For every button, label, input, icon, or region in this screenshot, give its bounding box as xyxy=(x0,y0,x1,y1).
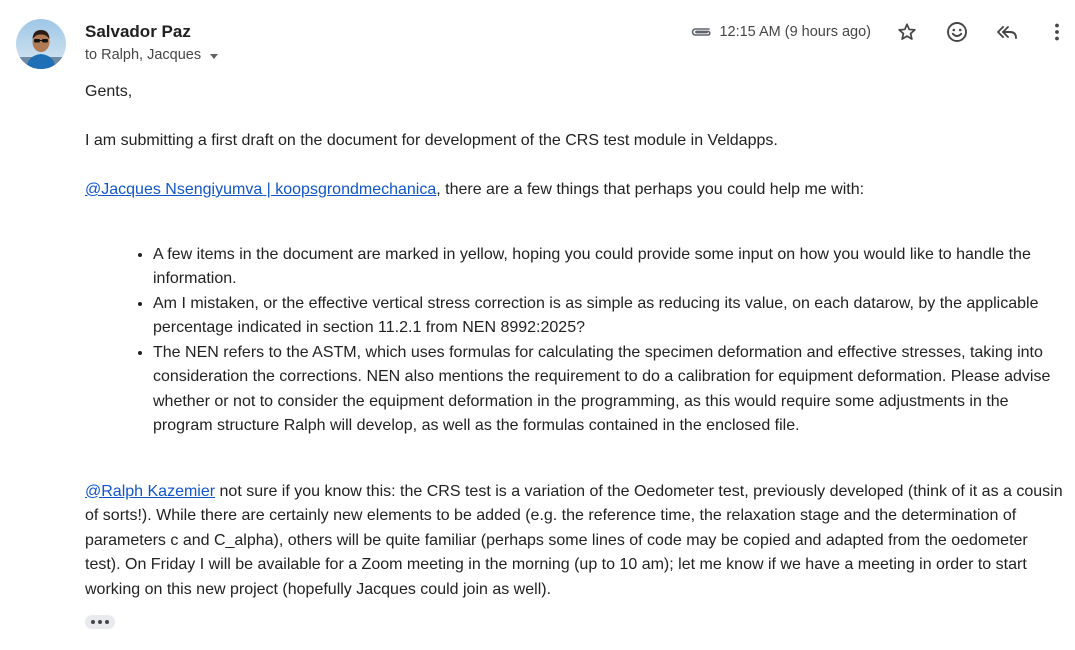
list-item: The NEN refers to the ASTM, which uses f… xyxy=(153,341,1065,439)
reply-all-button[interactable] xyxy=(989,14,1025,50)
list-item: A few items in the document are marked i… xyxy=(153,243,1065,292)
show-trimmed-content-button[interactable] xyxy=(85,615,115,629)
list-item: Am I mistaken, or the effective vertical… xyxy=(153,292,1065,341)
more-options-button[interactable] xyxy=(1039,14,1075,50)
recipients-line: to Ralph, Jacques xyxy=(85,45,219,65)
chevron-down-icon[interactable] xyxy=(210,53,219,59)
add-reaction-button[interactable] xyxy=(939,14,975,50)
sender-block: Salvador Paz to Ralph, Jacques xyxy=(85,20,219,65)
paragraph-intro: I am submitting a first draft on the doc… xyxy=(85,132,778,149)
paperclip-icon xyxy=(689,23,715,41)
mention-ralph-link[interactable]: @Ralph Kazemier xyxy=(85,483,215,500)
star-icon xyxy=(898,23,916,40)
more-vert-icon xyxy=(1055,23,1059,41)
paragraph-jacques: @Jacques Nsengiyumva | koopsgrondmechani… xyxy=(85,178,1065,203)
ellipsis-icon xyxy=(91,620,95,624)
message-timestamp: 12:15 AM (9 hours ago) xyxy=(719,24,871,40)
question-list: A few items in the document are marked i… xyxy=(85,243,1065,439)
sender-avatar[interactable] xyxy=(16,19,66,69)
greeting: Gents, xyxy=(85,83,133,100)
message-body: Gents, I am submitting a first draft on … xyxy=(85,80,1065,602)
paragraph-jacques-text: , there are a few things that perhaps yo… xyxy=(436,181,865,198)
ellipsis-icon xyxy=(105,620,109,624)
paragraph-ralph-text: not sure if you know this: the CRS test … xyxy=(85,482,1063,598)
emoji-reaction-icon xyxy=(947,22,967,42)
paragraph-ralph: @Ralph Kazemier not sure if you know thi… xyxy=(85,480,1065,603)
sender-name[interactable]: Salvador Paz xyxy=(85,20,218,44)
ellipsis-icon xyxy=(98,620,102,624)
star-button[interactable] xyxy=(889,14,925,50)
recipients-text: to Ralph, Jacques xyxy=(85,47,202,63)
reply-all-icon xyxy=(997,26,1017,39)
message-actions: 12:15 AM (9 hours ago) xyxy=(689,18,1075,46)
mention-jacques-link[interactable]: @Jacques Nsengiyumva | koopsgrondmechani… xyxy=(85,181,436,198)
